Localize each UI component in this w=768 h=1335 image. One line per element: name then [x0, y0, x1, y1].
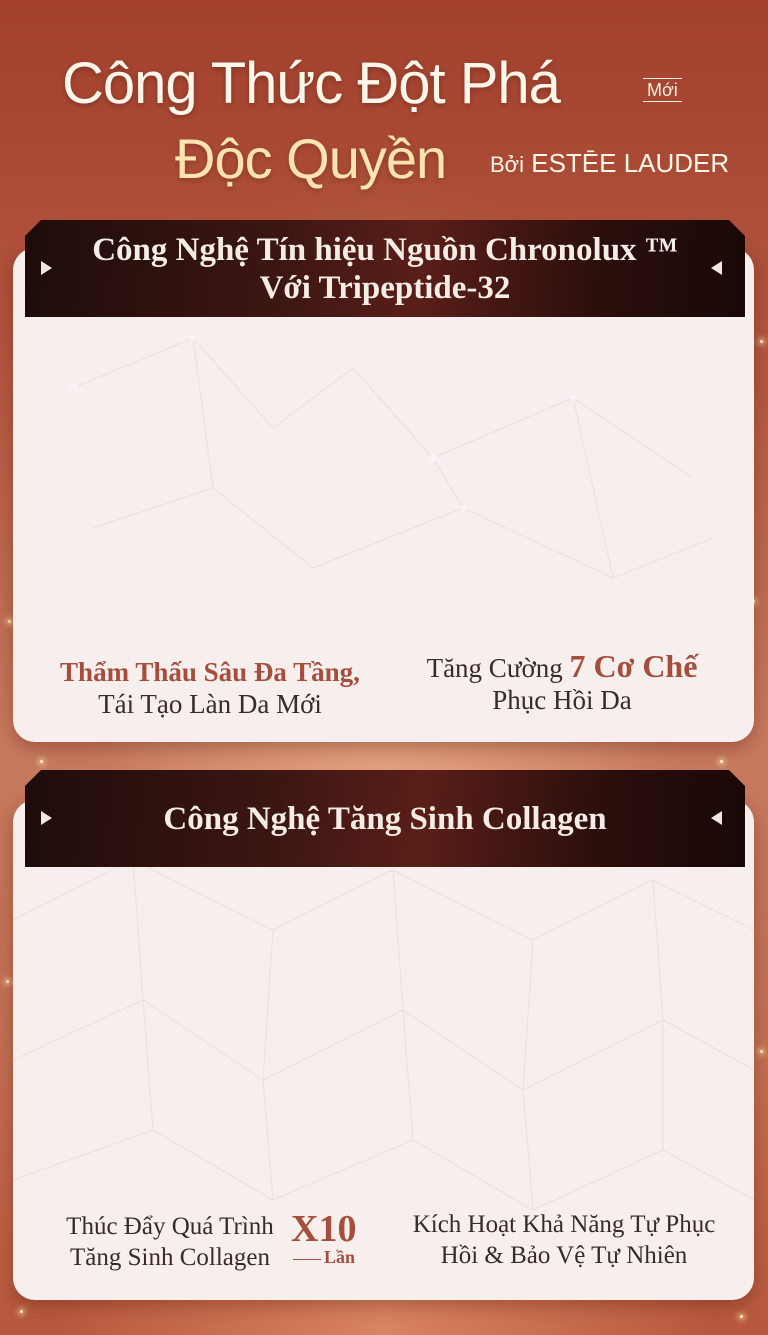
banner-collagen: Công Nghệ Tăng Sinh Collagen — [25, 770, 745, 867]
multiplier-value: X10 — [291, 1208, 357, 1250]
headline: Công Thức Đột Phá Mới Độc Quyền Bởi ESTĒ… — [0, 40, 768, 200]
banner-chronolux-title: Công Nghệ Tín hiệu Nguồn Chronolux ™ Với… — [25, 220, 745, 317]
arrow-left-icon — [711, 261, 722, 275]
multiplier-divider — [293, 1259, 321, 1260]
brand-byline: Bởi ESTĒE LAUDER — [490, 148, 729, 179]
banner-collagen-title: Công Nghệ Tăng Sinh Collagen — [163, 800, 607, 837]
feature-collagen-boost: Thúc Đẩy Quá Trình Tăng Sinh Collagen — [50, 1211, 290, 1273]
banner-chronolux: Công Nghệ Tín hiệu Nguồn Chronolux ™ Với… — [25, 220, 745, 317]
feature-collagen-boost-line-1: Thúc Đẩy Quá Trình — [66, 1213, 274, 1240]
feature-self-repair: Kích Hoạt Khả Năng Tự Phục Hồi & Bảo Vệ … — [394, 1209, 734, 1271]
brand-name: ESTĒE LAUDER — [531, 148, 730, 178]
feature-seven-mechanisms-text: Phục Hồi Da — [492, 685, 632, 715]
banner-chronolux-line-1: Công Nghệ Tín hiệu Nguồn Chronolux ™ — [92, 231, 678, 268]
feature-seven-mechanisms-accent: 7 Cơ Chế — [569, 648, 698, 684]
feature-collagen-boost-line-2: Tăng Sinh Collagen — [70, 1244, 270, 1271]
feature-deep-penetration-accent: Thẩm Thấu Sâu Đa Tầng, — [60, 657, 360, 687]
title-line-2: Độc Quyền — [175, 127, 447, 190]
multiplier-unit: Lần — [324, 1247, 356, 1267]
arrow-right-icon — [41, 811, 52, 825]
feature-self-repair-line-1: Kích Hoạt Khả Năng Tự Phục — [412, 1211, 716, 1238]
new-badge: Mới — [643, 78, 682, 102]
feature-deep-penetration-text: Tái Tạo Làn Da Mới — [98, 689, 322, 719]
arrow-right-icon — [41, 261, 52, 275]
feature-self-repair-line-2: Hồi & Bảo Vệ Tự Nhiên — [440, 1242, 688, 1269]
feature-deep-penetration: Thẩm Thấu Sâu Đa Tầng, Tái Tạo Làn Da Mớ… — [40, 656, 380, 720]
banner-chronolux-line-2: Với Tripeptide-32 — [259, 269, 511, 306]
feature-seven-mechanisms-pre: Tăng Cường — [426, 653, 563, 683]
title-line-1: Công Thức Đột Phá — [62, 51, 561, 116]
arrow-left-icon — [711, 811, 722, 825]
feature-seven-mechanisms: Tăng Cường 7 Cơ Chế Phục Hồi Da — [392, 650, 732, 716]
by-label: Bởi — [490, 152, 524, 177]
